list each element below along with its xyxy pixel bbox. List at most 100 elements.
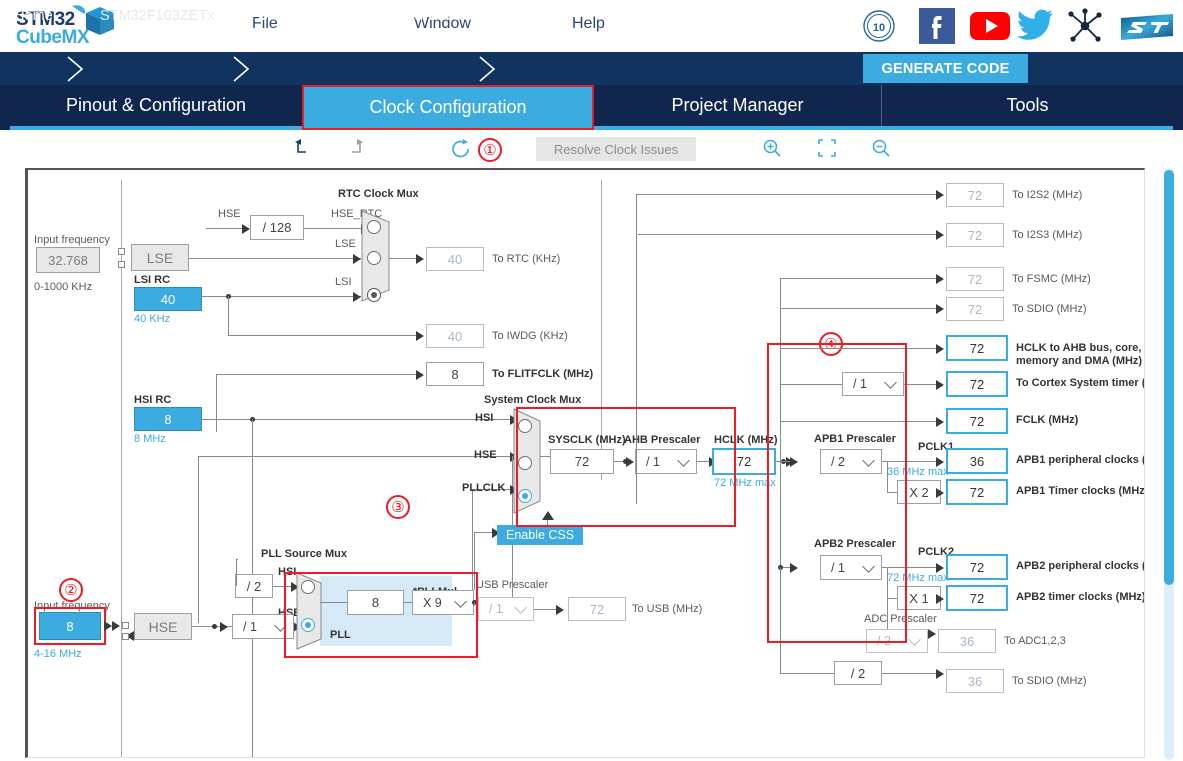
rtc-mux-radio-lse[interactable] — [367, 251, 381, 265]
hse-source-box[interactable]: HSE — [134, 613, 192, 640]
to-i2s3-label: To I2S3 (MHz) — [1012, 229, 1083, 241]
rtc-mux-radio-hse[interactable] — [367, 220, 381, 234]
clock-tree-canvas[interactable]: Input frequency 32.768 0-1000 KHz LSE LS… — [25, 168, 1145, 758]
to-rtc-field: 40 — [426, 247, 484, 271]
arrow — [936, 380, 944, 390]
chevron-down-icon — [884, 376, 897, 389]
sysmux-radio-pllclk[interactable] — [518, 489, 532, 503]
hclk-to-ahb-field[interactable]: 72 — [946, 335, 1008, 361]
apb1-max: 36 MHz max — [887, 466, 949, 478]
pll-hsi-divider[interactable]: / 2 — [235, 574, 273, 598]
tab-pinout-configuration[interactable]: Pinout & Configuration — [10, 85, 302, 126]
fit-to-screen-icon[interactable] — [817, 138, 837, 158]
enable-css-button[interactable]: Enable CSS — [497, 525, 584, 545]
apb2-prescaler-select[interactable]: / 1 — [820, 555, 882, 580]
apb1-prescaler-select[interactable]: / 2 — [820, 449, 882, 474]
ahb-prescaler-select[interactable]: / 1 — [635, 449, 697, 474]
breadcrumb-chevron-3-icon — [479, 56, 496, 82]
sysmux-pllclk-label: PLLCLK — [462, 482, 506, 494]
lse-input-frequency-field[interactable]: 32.768 — [36, 247, 100, 273]
junction — [212, 624, 217, 629]
tab-clock-configuration[interactable]: Clock Configuration — [302, 85, 594, 130]
menu-help[interactable]: Help — [572, 15, 605, 33]
apb2-timer-field[interactable]: 72 — [946, 585, 1008, 611]
youtube-icon[interactable] — [970, 8, 1010, 44]
usb-prescaler-select[interactable]: / 1 — [478, 597, 534, 621]
sysclk-field[interactable]: 72 — [550, 449, 614, 474]
redo-icon[interactable] — [346, 138, 366, 158]
rtc-mux-radio-lsi[interactable] — [367, 288, 381, 302]
tab-tools[interactable]: Tools — [882, 85, 1173, 126]
apb1-peripheral-label: APB1 peripheral clocks (MHz) — [1016, 454, 1144, 466]
hclk-field[interactable]: 72 — [712, 448, 776, 475]
hsi-rc-label: HSI RC — [134, 394, 172, 406]
sysmux-radio-hse[interactable] — [518, 456, 532, 470]
arrow — [416, 370, 424, 380]
wire — [887, 598, 897, 599]
arrow — [790, 457, 798, 467]
wire — [636, 194, 938, 195]
reset-icon[interactable] — [450, 138, 472, 160]
adc-prescaler-label: ADC Prescaler — [864, 613, 937, 625]
apb1-timer-field[interactable]: 72 — [946, 479, 1008, 505]
arrow — [936, 417, 944, 427]
usb-prescaler-label: USB Prescaler — [476, 579, 549, 591]
wire — [780, 421, 938, 422]
network-icon[interactable] — [1065, 8, 1103, 44]
pllmul-select[interactable]: X 9 — [412, 590, 474, 615]
arrow — [416, 254, 424, 264]
zoom-out-icon[interactable] — [871, 138, 891, 158]
st-logo-icon[interactable] — [1119, 8, 1175, 44]
apb2-peripheral-field[interactable]: 72 — [946, 554, 1008, 580]
fclk-field[interactable]: 72 — [946, 408, 1008, 434]
wire — [887, 461, 888, 493]
breadcrumb-home[interactable]: Home — [14, 8, 53, 24]
twitter-icon[interactable] — [1016, 8, 1055, 44]
sysmux-hsi-label: HSI — [475, 412, 494, 424]
hsi-value-field[interactable]: 8 — [134, 407, 202, 431]
hse-input-frequency-field[interactable]: 8 — [39, 612, 101, 640]
anniversary-10-years-icon[interactable]: 10 — [860, 8, 898, 44]
lse-source-box[interactable]: LSE — [131, 244, 189, 271]
chevron-down-icon — [274, 618, 287, 632]
to-adc-field: 36 — [938, 629, 996, 653]
rtc-lsi-label: LSI — [335, 276, 352, 288]
lse-pin-top — [118, 248, 125, 255]
arrow — [936, 563, 944, 573]
annotation-1: ① — [478, 138, 502, 162]
chevron-down-icon — [454, 594, 467, 608]
apb1-prescaler-label: APB1 Prescaler — [814, 433, 896, 445]
rtc-hse-divider[interactable]: / 128 — [250, 215, 304, 240]
adc-prescaler-value: / 2 — [877, 634, 891, 648]
pllmux-radio-hsi[interactable] — [301, 580, 315, 594]
wire — [404, 602, 412, 603]
generate-code-button[interactable]: GENERATE CODE — [863, 54, 1028, 83]
canvas-scrollbar-thumb[interactable] — [1164, 170, 1174, 585]
zoom-in-icon[interactable] — [762, 138, 782, 158]
wire — [216, 374, 418, 375]
cortex-systick-field[interactable]: 72 — [946, 371, 1008, 397]
apb1-peripheral-field[interactable]: 36 — [946, 448, 1008, 474]
wire — [887, 598, 888, 633]
cortex-prescaler-select[interactable]: / 1 — [842, 372, 904, 396]
pll-hsi-label: HSI — [278, 566, 297, 578]
sysmux-radio-hsi[interactable] — [518, 419, 532, 433]
undo-icon[interactable] — [292, 138, 312, 158]
pllmux-radio-hse[interactable] — [301, 618, 315, 632]
resolve-clock-issues-button[interactable]: Resolve Clock Issues — [536, 137, 696, 161]
wire — [780, 348, 938, 349]
wire — [198, 456, 199, 623]
lsi-value-field[interactable]: 40 — [134, 287, 202, 311]
adc-prescaler-select[interactable]: / 2 — [866, 629, 928, 653]
pll-input-field[interactable]: 8 — [347, 590, 404, 615]
to-iwdg-field: 40 — [426, 324, 484, 348]
to-flitfclk-field[interactable]: 8 — [426, 362, 484, 386]
to-sdio-top-field: 72 — [946, 297, 1004, 321]
to-sdio-field: 36 — [946, 669, 1004, 693]
hse-prescaler-select[interactable]: / 1 — [232, 614, 294, 639]
hse-prescaler-value: / 1 — [243, 619, 257, 634]
wire — [198, 456, 512, 457]
facebook-icon[interactable] — [919, 8, 957, 44]
breadcrumb-device[interactable]: STM32F103ZETx — [100, 8, 214, 24]
tab-project-manager[interactable]: Project Manager — [594, 85, 882, 126]
